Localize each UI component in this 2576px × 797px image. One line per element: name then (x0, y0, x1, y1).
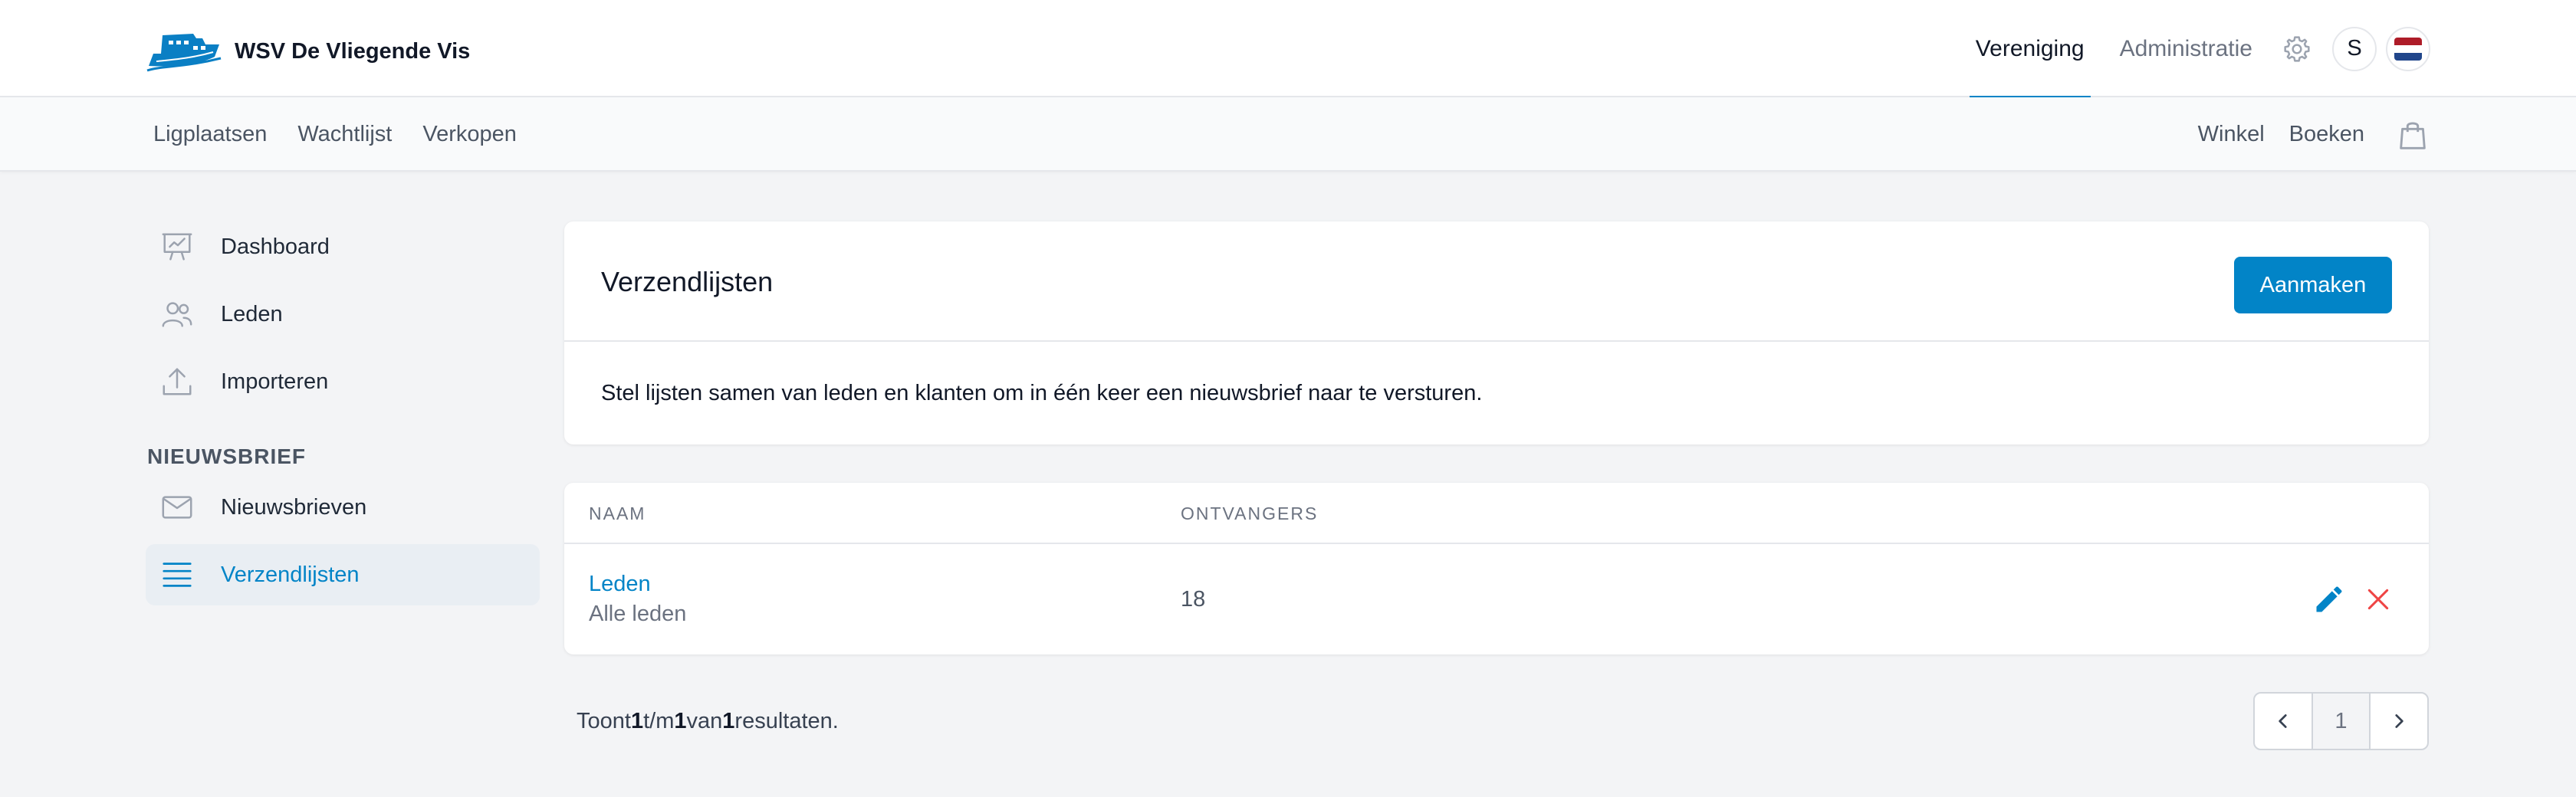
sidebar-item-label: Dashboard (221, 234, 330, 259)
previous-page-button[interactable] (2255, 694, 2312, 749)
subnav-winkel[interactable]: Winkel (2198, 122, 2265, 147)
users-icon (162, 302, 192, 327)
shopping-bag-icon[interactable] (2395, 117, 2430, 153)
avatar[interactable]: S (2332, 26, 2377, 71)
gear-icon[interactable] (2282, 34, 2312, 64)
presentation-chart-icon (162, 233, 192, 261)
upload-icon (163, 368, 192, 395)
subnav-wachtlijst[interactable]: Wachtlijst (297, 122, 392, 147)
sidebar-item-label: Leden (221, 301, 283, 326)
boat-logo-icon (146, 34, 222, 72)
column-header-naam: NAAM (589, 503, 646, 523)
subnav-right: Winkel Boeken (2174, 97, 2430, 172)
sidebar-item-label: Nieuwsbrieven (221, 494, 367, 520)
sidebar-item-label: Verzendlijsten (221, 562, 360, 587)
row-actions (2312, 544, 2394, 654)
sidebar-item-verzendlijsten[interactable]: Verzendlijsten (146, 544, 540, 605)
sidebar-item-label: Importeren (221, 369, 329, 394)
envelope-icon (162, 496, 192, 519)
table-row: Leden Alle leden 18 (564, 544, 2429, 654)
results-sep-van: van (686, 708, 723, 733)
sidebar-item-importeren[interactable]: Importeren (146, 351, 540, 412)
sidebar-item-dashboard[interactable]: Dashboard (146, 216, 540, 277)
results-prefix: Toont (577, 708, 631, 733)
sub-nav: Ligplaatsen Wachtlijst Verkopen Winkel B… (0, 97, 2576, 172)
page-description: Stel lijsten samen van leden en klanten … (601, 380, 1483, 405)
nav-vereniging[interactable]: Vereniging (1969, 0, 2091, 99)
list-subtitle: Alle leden (589, 602, 687, 626)
create-button[interactable]: Aanmaken (2234, 257, 2392, 313)
language-button[interactable] (2386, 26, 2430, 71)
top-nav: Vereniging Administratie S (1969, 0, 2430, 99)
results-to: 1 (674, 708, 687, 733)
chevron-right-icon (2395, 714, 2404, 728)
subnav-ligplaatsen[interactable]: Ligplaatsen (153, 122, 267, 147)
subnav-left: Ligplaatsen Wachtlijst Verkopen (153, 97, 547, 172)
results-sep-tm: t/m (643, 708, 675, 733)
pencil-icon[interactable] (2312, 582, 2346, 616)
table-header: NAAM ONTVANGERS (564, 483, 2429, 544)
brand-name: WSV De Vliegende Vis (235, 38, 471, 64)
results-from: 1 (630, 708, 644, 733)
sidebar-item-nieuwsbrieven[interactable]: Nieuwsbrieven (146, 477, 540, 538)
card-header: Verzendlijsten Aanmaken (564, 221, 2429, 342)
list-name-link[interactable]: Leden (589, 572, 686, 597)
dutch-flag-icon (2394, 37, 2422, 61)
close-icon[interactable] (2363, 584, 2394, 615)
results-total: 1 (722, 708, 735, 733)
current-page[interactable]: 1 (2312, 694, 2371, 749)
header-card: Verzendlijsten Aanmaken Stel lijsten sam… (564, 221, 2429, 444)
results-summary: Toont 1 t/m 1 van 1 resultaten. (577, 692, 839, 750)
list-name-cell: Leden Alle leden (589, 572, 686, 627)
list-icon (163, 562, 192, 587)
nav-administratie[interactable]: Administratie (2114, 0, 2259, 97)
next-page-button[interactable] (2371, 694, 2427, 749)
column-header-ontvangers: ONTVANGERS (1181, 503, 1319, 523)
subnav-boeken[interactable]: Boeken (2289, 122, 2364, 147)
page-title: Verzendlijsten (601, 265, 774, 297)
top-header: WSV De Vliegende Vis Vereniging Administ… (0, 0, 2576, 99)
sidebar-section-heading: NIEUWSBRIEF (147, 444, 306, 468)
sidebar: Dashboard Leden Importeren NIEUWSBRIEF N… (146, 216, 540, 612)
recipients-count: 18 (1181, 586, 1206, 612)
chevron-left-icon (2279, 714, 2287, 728)
sidebar-item-leden[interactable]: Leden (146, 284, 540, 345)
pagination: 1 (2253, 692, 2429, 750)
results-suffix: resultaten. (734, 708, 839, 733)
mailing-lists-table: NAAM ONTVANGERS Leden Alle leden 18 (564, 483, 2429, 654)
brand[interactable]: WSV De Vliegende Vis (146, 31, 470, 72)
subnav-verkopen[interactable]: Verkopen (422, 122, 517, 147)
